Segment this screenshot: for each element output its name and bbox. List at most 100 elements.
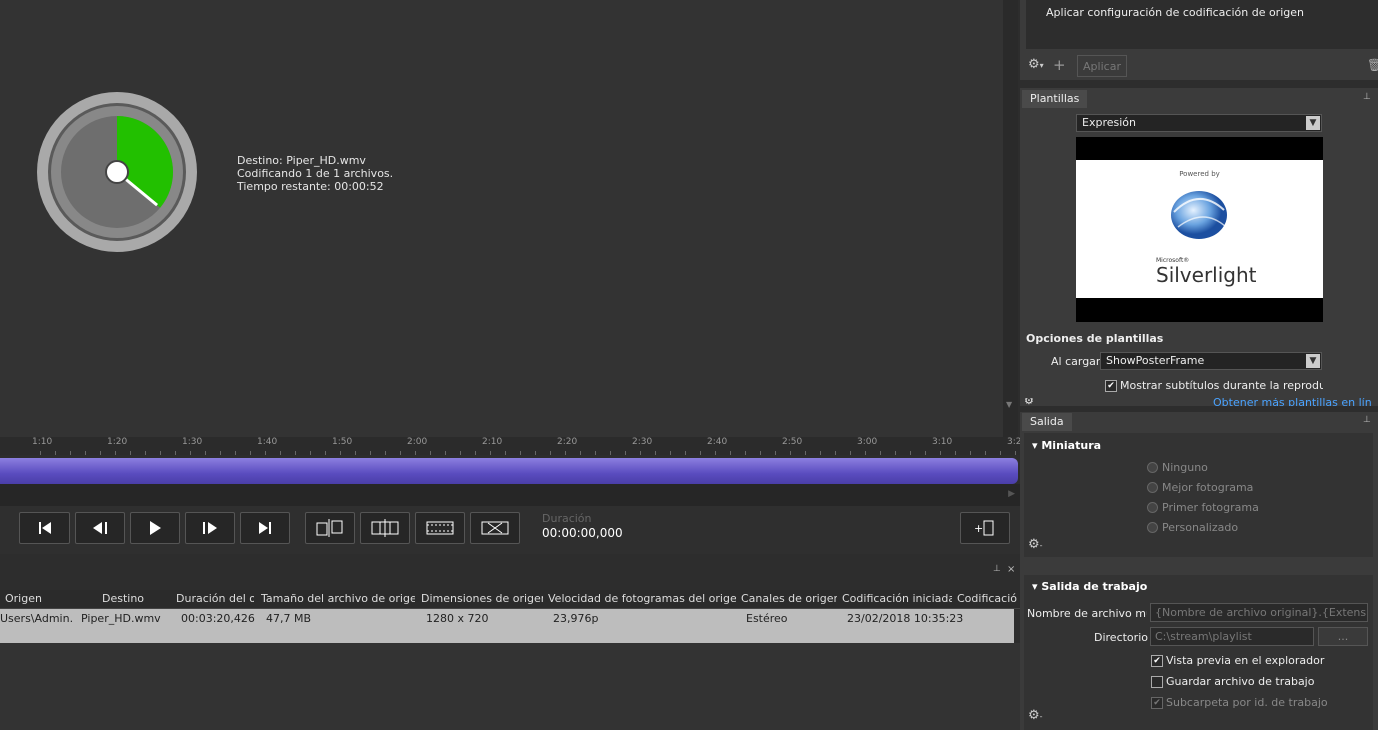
timeline-tick-label: 2:20 (557, 437, 578, 447)
col-destino[interactable]: Destino (102, 592, 168, 605)
subfolder-checkbox[interactable]: ✔ (1151, 697, 1163, 709)
job-list-titlebar: ⊥ × (0, 563, 1020, 581)
timeline-tick-mark (415, 451, 416, 455)
table-row[interactable]: Users\Admin... Piper_HD.wmv 00:03:20,426… (0, 609, 1014, 643)
cell-velocidad: 23,976p (553, 612, 599, 625)
preview-scrollbar[interactable]: ▼ (1003, 0, 1018, 437)
gear-icon[interactable]: ⚙- (1028, 708, 1043, 723)
previous-frame-button[interactable] (75, 512, 125, 544)
timeline-tick-mark (910, 451, 911, 455)
play-button[interactable] (130, 512, 180, 544)
split-button[interactable] (305, 512, 355, 544)
progress-text: Codificando 1 de 1 archivos. (237, 167, 394, 180)
remaining-time-text: Tiempo restante: 00:00:52 (237, 180, 384, 193)
col-duracion[interactable]: Duración del o (176, 592, 254, 605)
preview-explorer-checkbox[interactable]: ✔ (1151, 655, 1163, 667)
radio-first-frame[interactable] (1147, 502, 1158, 513)
cell-destino: Piper_HD.wmv (81, 612, 161, 625)
on-load-value: ShowPosterFrame (1106, 354, 1205, 367)
col-tamano[interactable]: Tamaño del archivo de origen (261, 592, 415, 605)
col-origen[interactable]: Origen (5, 592, 67, 605)
filename-input[interactable]: {Nombre de archivo original}.{Extensió..… (1150, 603, 1368, 622)
col-canales[interactable]: Canales de origen (741, 592, 837, 605)
silverlight-text: Silverlight (1156, 263, 1257, 287)
radio-best-frame-label: Mejor fotograma (1162, 481, 1254, 494)
on-load-select[interactable]: ShowPosterFrame ▼ (1100, 352, 1322, 370)
duration-label: Duración (542, 512, 592, 525)
gear-icon[interactable]: ⚙ (1024, 398, 1034, 406)
add-marker-button[interactable]: + (960, 512, 1010, 544)
next-frame-button[interactable] (185, 512, 235, 544)
radio-best-frame[interactable] (1147, 482, 1158, 493)
browse-button[interactable]: ... (1318, 627, 1368, 646)
show-subtitles-checkbox[interactable]: ✔ (1105, 380, 1117, 392)
on-load-label: Al cargar (1051, 355, 1101, 368)
timeline-track[interactable] (0, 458, 1018, 484)
tab-plantillas[interactable]: Plantillas (1022, 90, 1088, 108)
silverlight-icon (1171, 191, 1227, 239)
mark-in-button[interactable] (360, 512, 410, 544)
timeline-tick-mark (790, 451, 791, 455)
timeline-tick-mark (460, 451, 461, 455)
clip-button[interactable] (415, 512, 465, 544)
apply-button[interactable]: Aplicar (1077, 55, 1127, 77)
thumbnail-title: Miniatura (1041, 439, 1102, 452)
timeline-tick-mark (100, 451, 101, 455)
timeline-ruler[interactable]: 1:10 1:20 1:30 1:40 1:50 2:00 2:10 2:20 2:30 2:40… (0, 437, 1076, 455)
play-icon (150, 521, 161, 535)
thumbnail-section-header[interactable]: ▾ Miniatura (1032, 439, 1101, 452)
more-templates-clip: ⚙ Obtener más plantillas en línea (1020, 398, 1372, 406)
timeline-tick-label: 3:10 (932, 437, 953, 447)
film-strip-icon (426, 521, 454, 535)
col-codificacion[interactable]: Codificació (957, 592, 1017, 605)
powered-by-text: Powered by (1179, 170, 1220, 178)
timeline-tick-mark (475, 451, 476, 455)
timeline-tick-mark (580, 451, 581, 455)
timeline-tick-label: 1:20 (107, 437, 128, 447)
go-to-end-button[interactable] (240, 512, 290, 544)
subfolder-label: Subcarpeta por id. de trabajo (1166, 696, 1328, 709)
gear-icon[interactable]: ⚙▾ (1028, 57, 1044, 72)
close-icon[interactable]: × (1007, 564, 1015, 575)
col-velocidad[interactable]: Velocidad de fotogramas del origen (548, 592, 736, 605)
timeline-tick-mark (850, 451, 851, 455)
go-to-start-button[interactable] (19, 512, 70, 544)
add-film-icon: + (974, 520, 994, 536)
timeline-tick-mark (175, 451, 176, 455)
timeline-tick-mark (865, 451, 866, 455)
pin-icon[interactable]: ⊥ (1363, 415, 1371, 425)
timeline-tick-mark (730, 451, 731, 455)
job-output-section-header[interactable]: ▾ Salida de trabajo (1032, 580, 1147, 593)
progress-dial (37, 92, 197, 252)
timeline-tick-mark (505, 451, 506, 455)
pin-icon[interactable]: ⊥ (1363, 92, 1371, 102)
timeline-tick-mark (280, 451, 281, 455)
radio-custom[interactable] (1147, 522, 1158, 533)
job-list-empty-area (0, 643, 1020, 730)
remove-segment-button[interactable] (470, 512, 520, 544)
radio-custom-label: Personalizado (1162, 521, 1239, 534)
col-codificacion-iniciada[interactable]: Codificación iniciada (842, 592, 952, 605)
save-job-file-checkbox[interactable] (1151, 676, 1163, 688)
col-dimensiones[interactable]: Dimensiones de origen (421, 592, 543, 605)
scroll-down-icon[interactable]: ▼ (1006, 400, 1012, 409)
pin-icon[interactable]: ⊥ (993, 564, 1001, 574)
timeline-tick-mark (970, 451, 971, 455)
split-film-icon (316, 519, 343, 537)
template-select[interactable]: Expresión ▼ (1076, 114, 1322, 132)
gear-icon[interactable]: ⚙- (1028, 537, 1043, 552)
radio-none-label: Ninguno (1162, 461, 1208, 474)
timeline-tick-mark (190, 451, 191, 455)
timeline-tick-label: 2:30 (632, 437, 653, 447)
directory-input[interactable]: C:\stream\playlist (1150, 627, 1314, 646)
timeline-tick-mark (625, 451, 626, 455)
add-icon[interactable]: + (1053, 56, 1066, 74)
tab-salida[interactable]: Salida (1022, 413, 1072, 431)
track-arrow-icon[interactable]: ▶ (1008, 489, 1015, 499)
trash-icon[interactable]: 🗑 (1367, 58, 1378, 72)
more-templates-link[interactable]: Obtener más plantillas en línea (1213, 398, 1372, 406)
timeline-tick-mark (430, 451, 431, 455)
radio-none[interactable] (1147, 462, 1158, 473)
apply-source-settings-text[interactable]: Aplicar configuración de codificación de… (1046, 6, 1304, 19)
timeline-tick-mark (160, 451, 161, 455)
